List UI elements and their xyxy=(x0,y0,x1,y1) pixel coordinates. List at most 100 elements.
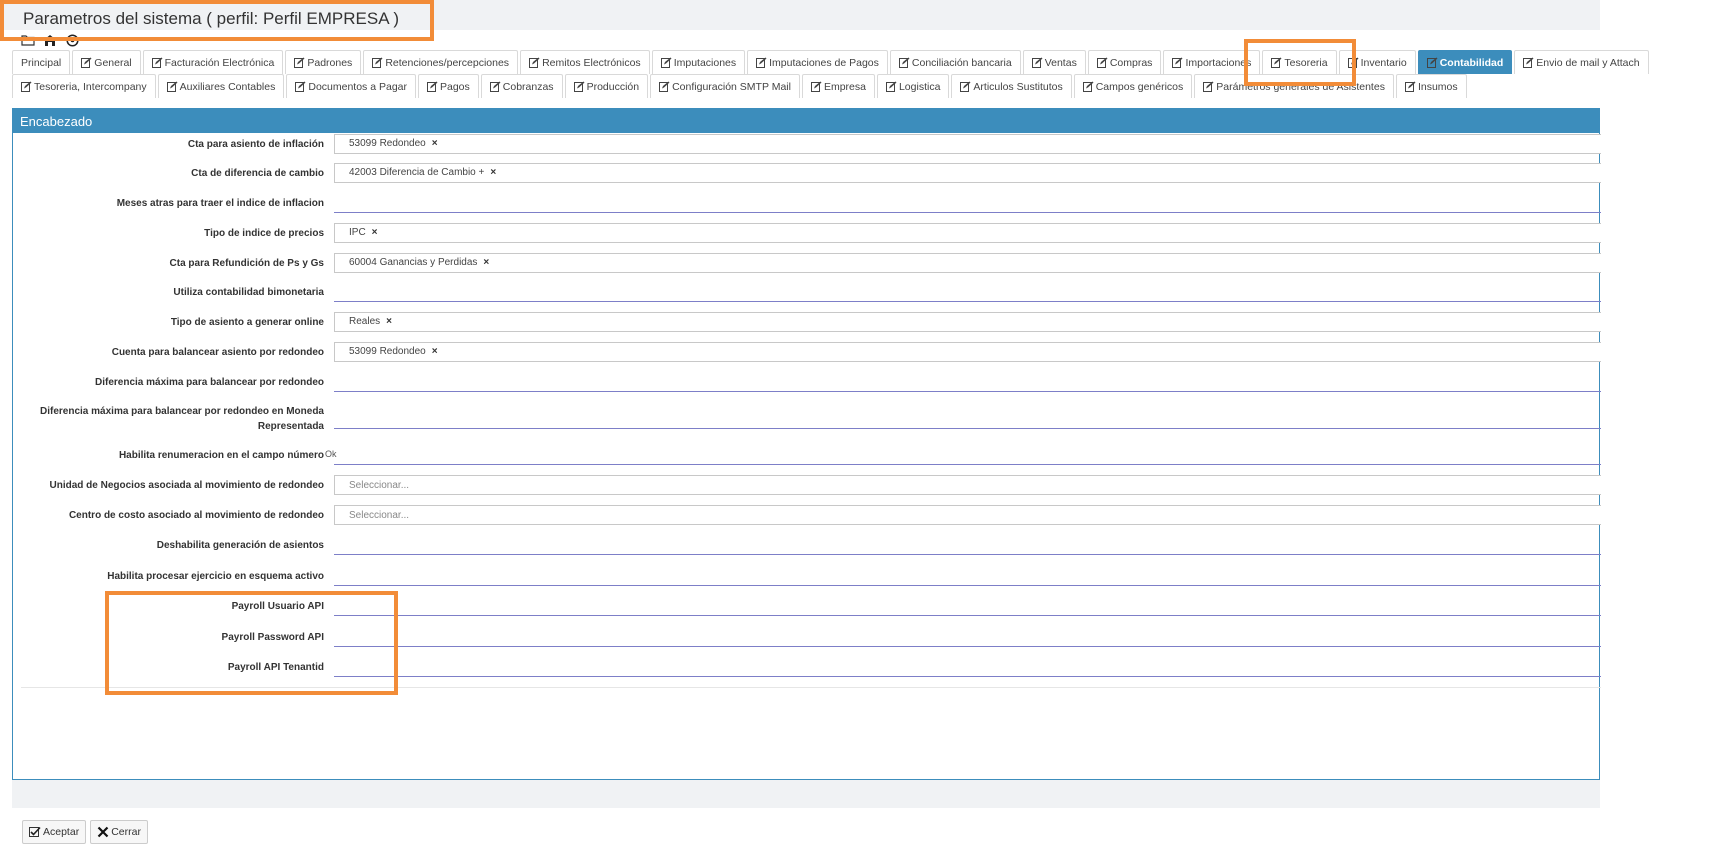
field-label: Centro de costo asociado al movimiento d… xyxy=(68,510,324,521)
centro-de-costo-asociado-al-movimiento-de-redondeo-select[interactable]: Seleccionar... xyxy=(334,505,1601,525)
tab-documentos-a-pagar[interactable]: Documentos a Pagar xyxy=(286,74,416,98)
tab-tesoreria[interactable]: Tesoreria xyxy=(1262,50,1337,74)
tab-padrones[interactable]: Padrones xyxy=(285,50,362,74)
field-label: Diferencia máxima para balancear por red… xyxy=(95,377,324,388)
field-label: Diferencia máxima para balancear por red… xyxy=(40,406,324,432)
cta-para-refundicion-de-ps-y-gs-select[interactable]: 60004 Ganancias y Perdidas × xyxy=(334,253,1601,273)
tag-value: IPC xyxy=(349,227,366,238)
select-placeholder: Seleccionar... xyxy=(349,510,410,521)
tab-insumos[interactable]: Insumos xyxy=(1395,74,1467,98)
edit-icon xyxy=(659,81,670,92)
edit-icon xyxy=(294,57,305,68)
tab-label: Empresa xyxy=(823,80,866,93)
tab-contabilidad[interactable]: Contabilidad xyxy=(1417,50,1513,74)
selected-tag: Reales × xyxy=(349,316,392,327)
field-label: Payroll Password API xyxy=(221,632,324,643)
save-icon[interactable] xyxy=(42,33,58,47)
tab-auxiliares-contables[interactable]: Auxiliares Contables xyxy=(157,74,285,98)
select-placeholder: Seleccionar... xyxy=(349,480,410,491)
tab-facturacion-electronica[interactable]: Facturación Electrónica xyxy=(142,50,284,74)
payroll-api-tenantid-input[interactable] xyxy=(334,676,1601,677)
cta-para-asiento-de-inflacion-select[interactable]: 53099 Redondeo × xyxy=(334,134,1601,154)
cta-de-diferencia-de-cambio-select[interactable]: 42003 Diferencia de Cambio + × xyxy=(334,163,1601,183)
selected-tag: 53099 Redondeo × xyxy=(349,346,438,357)
selected-tag: IPC × xyxy=(349,227,378,238)
tab-label: Auxiliares Contables xyxy=(179,80,276,93)
utiliza-contabilidad-bimonetaria-input[interactable] xyxy=(334,301,1601,302)
habilita-procesar-ejercicio-en-esquema-activo-input[interactable] xyxy=(334,585,1601,586)
form-panel: Encabezado Cta para asiento de inflación… xyxy=(12,108,1601,780)
edit-icon xyxy=(756,57,767,68)
tab-articulos-sustitutos[interactable]: Articulos Sustitutos xyxy=(951,74,1072,98)
edit-icon xyxy=(898,57,910,68)
checkbox-value[interactable]: Ok xyxy=(325,449,337,459)
payroll-password-api-input[interactable] xyxy=(334,646,1601,647)
edit-icon xyxy=(1347,57,1359,68)
tag-value: 53099 Redondeo xyxy=(349,346,426,357)
close-button[interactable]: Cerrar xyxy=(90,820,148,844)
accept-button[interactable]: Aceptar xyxy=(22,820,87,844)
tab-pagos[interactable]: Pagos xyxy=(418,74,479,98)
tab-envio-de-mail-y-attach[interactable]: Envio de mail y Attach xyxy=(1514,50,1649,74)
edit-icon xyxy=(166,81,178,92)
diferencia-maxima-para-balancear-por-redondeo-input[interactable] xyxy=(334,391,1601,392)
form-divider xyxy=(21,687,1601,688)
tab-imputaciones-de-pagos[interactable]: Imputaciones de Pagos xyxy=(747,50,888,74)
remove-tag-icon[interactable]: × xyxy=(372,227,378,238)
tab-label: Logistica xyxy=(898,80,941,93)
field-label: Cta para Refundición de Ps y Gs xyxy=(169,258,324,269)
tab-conciliacion-bancaria[interactable]: Conciliación bancaria xyxy=(889,50,1021,74)
selected-tag: 42003 Diferencia de Cambio + × xyxy=(349,167,496,178)
tipo-de-asiento-a-generar-online-select[interactable]: Reales × xyxy=(334,312,1601,332)
remove-tag-icon[interactable]: × xyxy=(483,257,489,268)
help-icon[interactable] xyxy=(64,33,80,47)
tab-parametros-generales-de-asistentes[interactable]: Parámetros generales de Asistentes xyxy=(1194,74,1394,98)
tab-tesoreria-intercompany[interactable]: Tesoreria, Intercompany xyxy=(12,74,156,98)
edit-icon xyxy=(1031,57,1043,68)
meses-atras-para-traer-el-indice-de-inflacion-input[interactable] xyxy=(334,212,1601,213)
tab-general[interactable]: General xyxy=(72,50,141,74)
tag-value: 42003 Diferencia de Cambio + xyxy=(349,167,485,178)
tab-label: Imputaciones xyxy=(673,56,737,69)
tab-principal[interactable]: Principal xyxy=(12,50,71,74)
tab-imputaciones[interactable]: Imputaciones xyxy=(651,50,746,74)
edit-icon xyxy=(372,57,383,68)
field-label: Cta para asiento de inflación xyxy=(187,139,324,150)
selected-tag: 60004 Ganancias y Perdidas × xyxy=(349,257,489,268)
edit-icon xyxy=(21,81,32,92)
tipo-de-indice-de-precios-select[interactable]: IPC × xyxy=(334,223,1601,243)
remove-tag-icon[interactable]: × xyxy=(432,138,438,149)
tab-label: Insumos xyxy=(1417,80,1458,93)
edit-icon xyxy=(660,57,672,68)
app-window: Parametros del sistema ( perfil: Perfil … xyxy=(0,0,1649,849)
remove-tag-icon[interactable]: × xyxy=(386,316,392,327)
remove-tag-icon[interactable]: × xyxy=(432,346,438,357)
selected-tag: 53099 Redondeo × xyxy=(349,138,438,149)
tab-logistica[interactable]: Logistica xyxy=(876,74,950,98)
tag-value: 60004 Ganancias y Perdidas xyxy=(349,257,478,268)
tab-campos-genericos[interactable]: Campos genéricos xyxy=(1073,74,1193,98)
tab-label: Remitos Electrónicos xyxy=(542,56,641,69)
tab-empresa[interactable]: Empresa xyxy=(801,74,875,98)
cuenta-para-balancear-asiento-por-redondeo-select[interactable]: 53099 Redondeo × xyxy=(334,342,1601,362)
diferencia-maxima-para-balancear-por-redondeo-en-moneda-representada-input[interactable] xyxy=(334,428,1601,429)
tab-produccion[interactable]: Producción xyxy=(564,74,649,98)
tab-ventas[interactable]: Ventas xyxy=(1022,50,1086,74)
remove-tag-icon[interactable]: × xyxy=(490,167,496,178)
tab-label: Configuración SMTP Mail xyxy=(672,80,791,93)
field-label: Meses atras para traer el indice de infl… xyxy=(116,198,324,209)
tab-cobranzas[interactable]: Cobranzas xyxy=(480,74,563,98)
tab-configuracion-smtp-mail[interactable]: Configuración SMTP Mail xyxy=(650,74,800,98)
tab-importaciones[interactable]: Importaciones xyxy=(1163,50,1261,74)
payroll-usuario-api-input[interactable] xyxy=(334,615,1601,616)
unidad-de-negocios-asociada-al-movimiento-de-redondeo-select[interactable]: Seleccionar... xyxy=(334,475,1601,495)
deshabilita-generacion-de-asientos-input[interactable] xyxy=(334,554,1601,555)
tab-remitos-electronicos[interactable]: Remitos Electrónicos xyxy=(520,50,650,74)
habilita-renumeracion-en-el-campo-numero-input[interactable] xyxy=(334,464,1601,465)
tab-compras[interactable]: Compras xyxy=(1087,50,1162,74)
footer-bar xyxy=(12,780,1600,808)
folder-icon[interactable] xyxy=(20,33,36,47)
accept-button-label: Aceptar xyxy=(43,826,80,838)
tab-inventario[interactable]: Inventario xyxy=(1338,50,1416,74)
tab-retenciones-percepciones[interactable]: Retenciones/percepciones xyxy=(363,50,519,74)
